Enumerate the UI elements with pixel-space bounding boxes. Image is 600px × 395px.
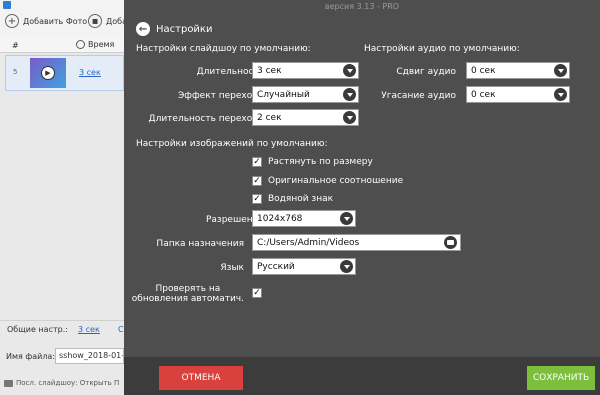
checkbox-check-icon[interactable]: ✓ (252, 288, 262, 298)
original-ratio-checkbox-row[interactable]: ✓ Оригинальное соотношение (252, 176, 403, 186)
audio-shift-value: 0 сек (471, 66, 496, 76)
folder-icon: ▪ (88, 14, 102, 28)
original-ratio-label: Оригинальное соотношение (268, 176, 404, 186)
slide-thumbnail[interactable]: ▶ (30, 58, 66, 88)
add-music-button[interactable]: ▪ Доба (88, 14, 127, 28)
transition-select[interactable]: Случайный (252, 86, 359, 103)
browse-folder-icon[interactable] (444, 236, 457, 249)
dropdown-icon[interactable] (343, 88, 356, 101)
back-button[interactable]: ← Настройки (136, 22, 212, 36)
column-number-header: # (12, 41, 19, 50)
filename-row: Имя файла: sshow_2018-01- (0, 347, 124, 367)
duration-value: 3 сек (257, 66, 282, 76)
duration-select[interactable]: 3 сек (252, 62, 359, 79)
settings-panel: версия 3.13 - PRO ← Настройки Настройки … (124, 0, 600, 395)
checkbox-check-icon[interactable]: ✓ (252, 157, 262, 167)
last-slideshow-bar[interactable]: Посл. слайдшоу: Открыть П (0, 374, 124, 392)
cancel-button[interactable]: ОТМЕНА (159, 366, 243, 390)
row-duration-link[interactable]: 3 сек (79, 68, 101, 77)
check-updates-line2: обновления автоматич. (131, 294, 244, 304)
language-value: Русский (257, 262, 295, 272)
general-extra-link[interactable]: С (118, 325, 124, 334)
transition-duration-select[interactable]: 2 сек (252, 109, 359, 126)
resolution-value: 1024x768 (257, 214, 303, 224)
back-icon: ← (136, 22, 150, 36)
checkbox-check-icon[interactable]: ✓ (252, 194, 262, 204)
general-duration-link[interactable]: 3 сек (78, 325, 100, 334)
audio-shift-label: Сдвиг аудио (396, 67, 456, 77)
dropdown-icon[interactable] (343, 111, 356, 124)
general-settings-bar: Общие настр.: 3 сек С (0, 320, 124, 341)
stretch-label: Растянуть по размеру (268, 157, 373, 167)
language-label: Язык (220, 263, 244, 273)
filename-label: Имя файла: (6, 352, 56, 361)
add-icon: + (5, 14, 19, 28)
watermark-label: Водяной знак (268, 194, 334, 204)
resolution-select[interactable]: 1024x768 (252, 210, 356, 227)
transition-duration-value: 2 сек (257, 113, 282, 123)
dropdown-icon[interactable] (343, 64, 356, 77)
transition-duration-label: Длительность перехода (148, 114, 264, 124)
check-updates-label: Проверять на обновления автоматич. (132, 284, 244, 304)
table-row[interactable]: 5 ▶ 3 сек (5, 55, 124, 91)
play-icon[interactable]: ▶ (41, 66, 55, 80)
app-icon (3, 1, 11, 9)
general-settings-label: Общие настр.: (7, 325, 68, 334)
destination-label: Папка назначения (156, 239, 244, 249)
checkbox-check-icon[interactable]: ✓ (252, 176, 262, 186)
dropdown-icon[interactable] (340, 260, 353, 273)
save-button[interactable]: СОХРАНИТЬ (527, 366, 595, 390)
audio-fade-select[interactable]: 0 сек (466, 86, 570, 103)
add-photo-button[interactable]: + Добавить Фото (5, 14, 87, 28)
last-slideshow-text: Посл. слайдшоу: Открыть П (16, 379, 120, 387)
table-header: # Время (0, 38, 124, 53)
clock-icon (76, 40, 85, 49)
watermark-checkbox-row[interactable]: ✓ Водяной знак (252, 194, 333, 204)
image-section-title: Настройки изображений по умолчанию: (136, 139, 328, 149)
dropdown-icon[interactable] (554, 64, 567, 77)
check-updates-line1: Проверять на (155, 284, 221, 294)
transition-value: Случайный (257, 90, 310, 100)
add-photo-label: Добавить Фото (23, 16, 88, 26)
version-label: версия 3.13 - PRO (324, 2, 400, 11)
audio-section-title: Настройки аудио по умолчанию: (364, 44, 520, 54)
folder-icon (4, 379, 13, 387)
slideshow-section-title: Настройки слайдшоу по умолчанию: (136, 44, 311, 54)
settings-title: Настройки (156, 23, 213, 35)
destination-input[interactable]: C:/Users/Admin/Videos (252, 234, 461, 251)
stretch-checkbox-row[interactable]: ✓ Растянуть по размеру (252, 157, 373, 167)
column-time-label: Время (88, 40, 115, 49)
dropdown-icon[interactable] (554, 88, 567, 101)
language-select[interactable]: Русский (252, 258, 356, 275)
filename-input[interactable]: sshow_2018-01- (55, 348, 124, 364)
audio-fade-label: Угасание аудио (381, 91, 456, 101)
audio-shift-select[interactable]: 0 сек (466, 62, 570, 79)
column-time-header[interactable]: Время (76, 40, 114, 49)
check-updates-checkbox[interactable]: ✓ (252, 288, 262, 298)
dropdown-icon[interactable] (340, 212, 353, 225)
audio-fade-value: 0 сек (471, 90, 496, 100)
destination-value: C:/Users/Admin/Videos (257, 238, 360, 248)
row-number: 5 (13, 68, 18, 76)
